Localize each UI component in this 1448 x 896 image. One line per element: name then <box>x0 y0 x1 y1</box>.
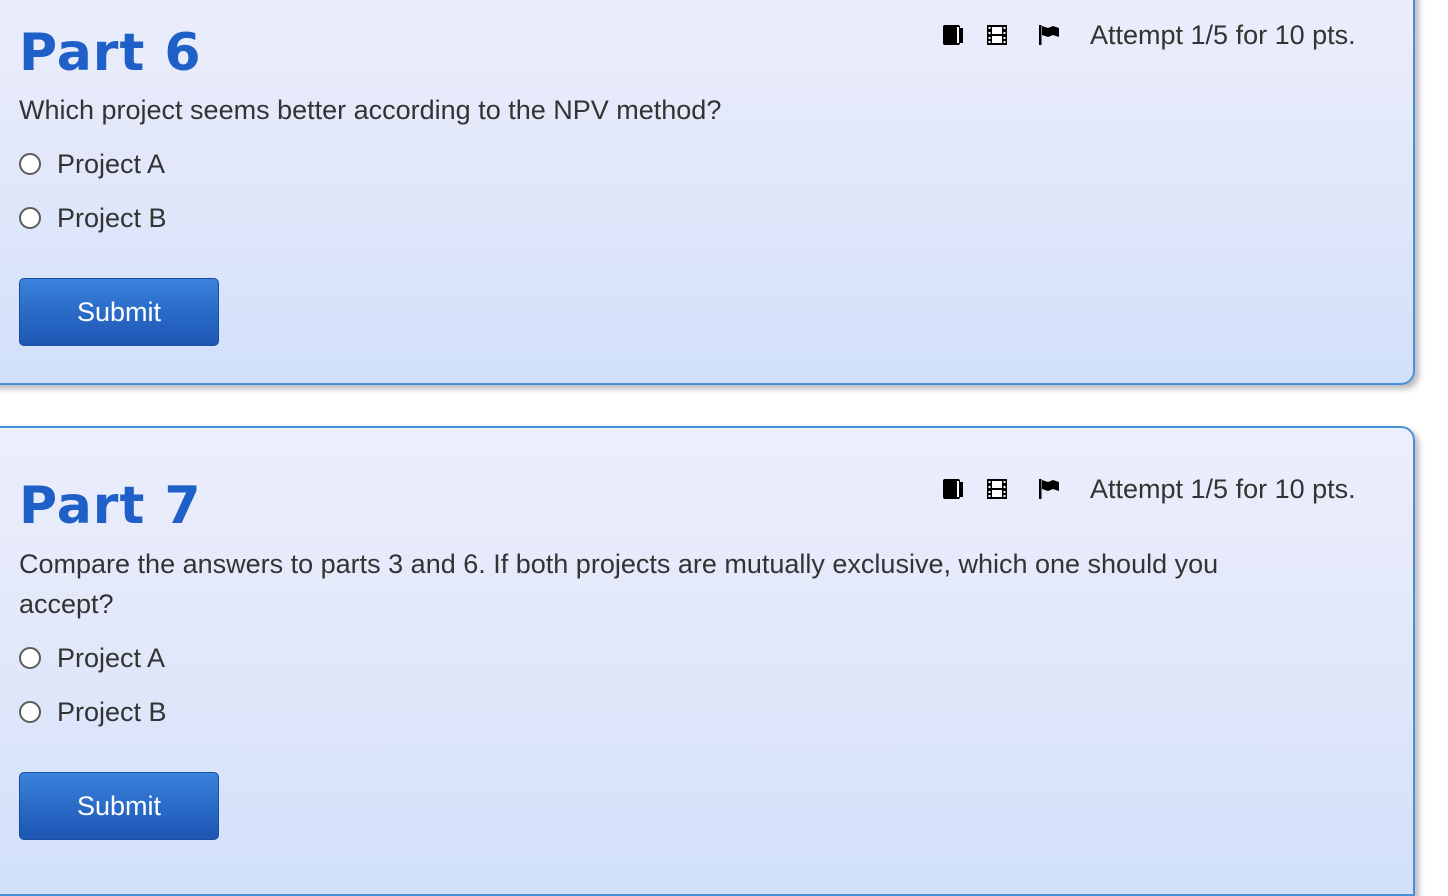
part-title: Part 6 <box>19 23 202 83</box>
question-card-part-7: Part 7 Attempt 1/5 for 10 pts. Compare t… <box>0 426 1415 896</box>
flag-icon[interactable] <box>1038 24 1060 46</box>
radio-button[interactable] <box>19 207 41 229</box>
part-title: Part 7 <box>19 476 202 536</box>
option-label: Project A <box>57 148 166 179</box>
submit-button[interactable]: Submit <box>19 278 219 346</box>
question-text: Which project seems better according to … <box>19 95 722 125</box>
option-project-a[interactable]: Project A <box>19 640 165 676</box>
question-text: Compare the answers to parts 3 and 6. If… <box>19 549 1219 619</box>
option-project-a[interactable]: Project A <box>19 146 165 182</box>
question-tools: Attempt 1/5 for 10 pts. <box>942 20 1356 50</box>
option-label: Project B <box>57 202 167 233</box>
radio-button[interactable] <box>19 701 41 723</box>
film-icon[interactable] <box>986 24 1008 46</box>
film-icon[interactable] <box>986 478 1008 500</box>
attempt-info: Attempt 1/5 for 10 pts. <box>1090 473 1356 504</box>
book-icon[interactable] <box>942 24 964 46</box>
attempt-info: Attempt 1/5 for 10 pts. <box>1090 19 1356 50</box>
radio-button[interactable] <box>19 647 41 669</box>
submit-button[interactable]: Submit <box>19 772 219 840</box>
radio-button[interactable] <box>19 153 41 175</box>
option-label: Project B <box>57 696 167 727</box>
question-tools: Attempt 1/5 for 10 pts. <box>942 474 1356 504</box>
question-card-part-6: Part 6 Attempt 1/5 for 10 pts. Which pro… <box>0 0 1415 385</box>
flag-icon[interactable] <box>1038 478 1060 500</box>
book-icon[interactable] <box>942 478 964 500</box>
option-project-b[interactable]: Project B <box>19 694 167 730</box>
option-project-b[interactable]: Project B <box>19 200 167 236</box>
option-label: Project A <box>57 642 166 673</box>
